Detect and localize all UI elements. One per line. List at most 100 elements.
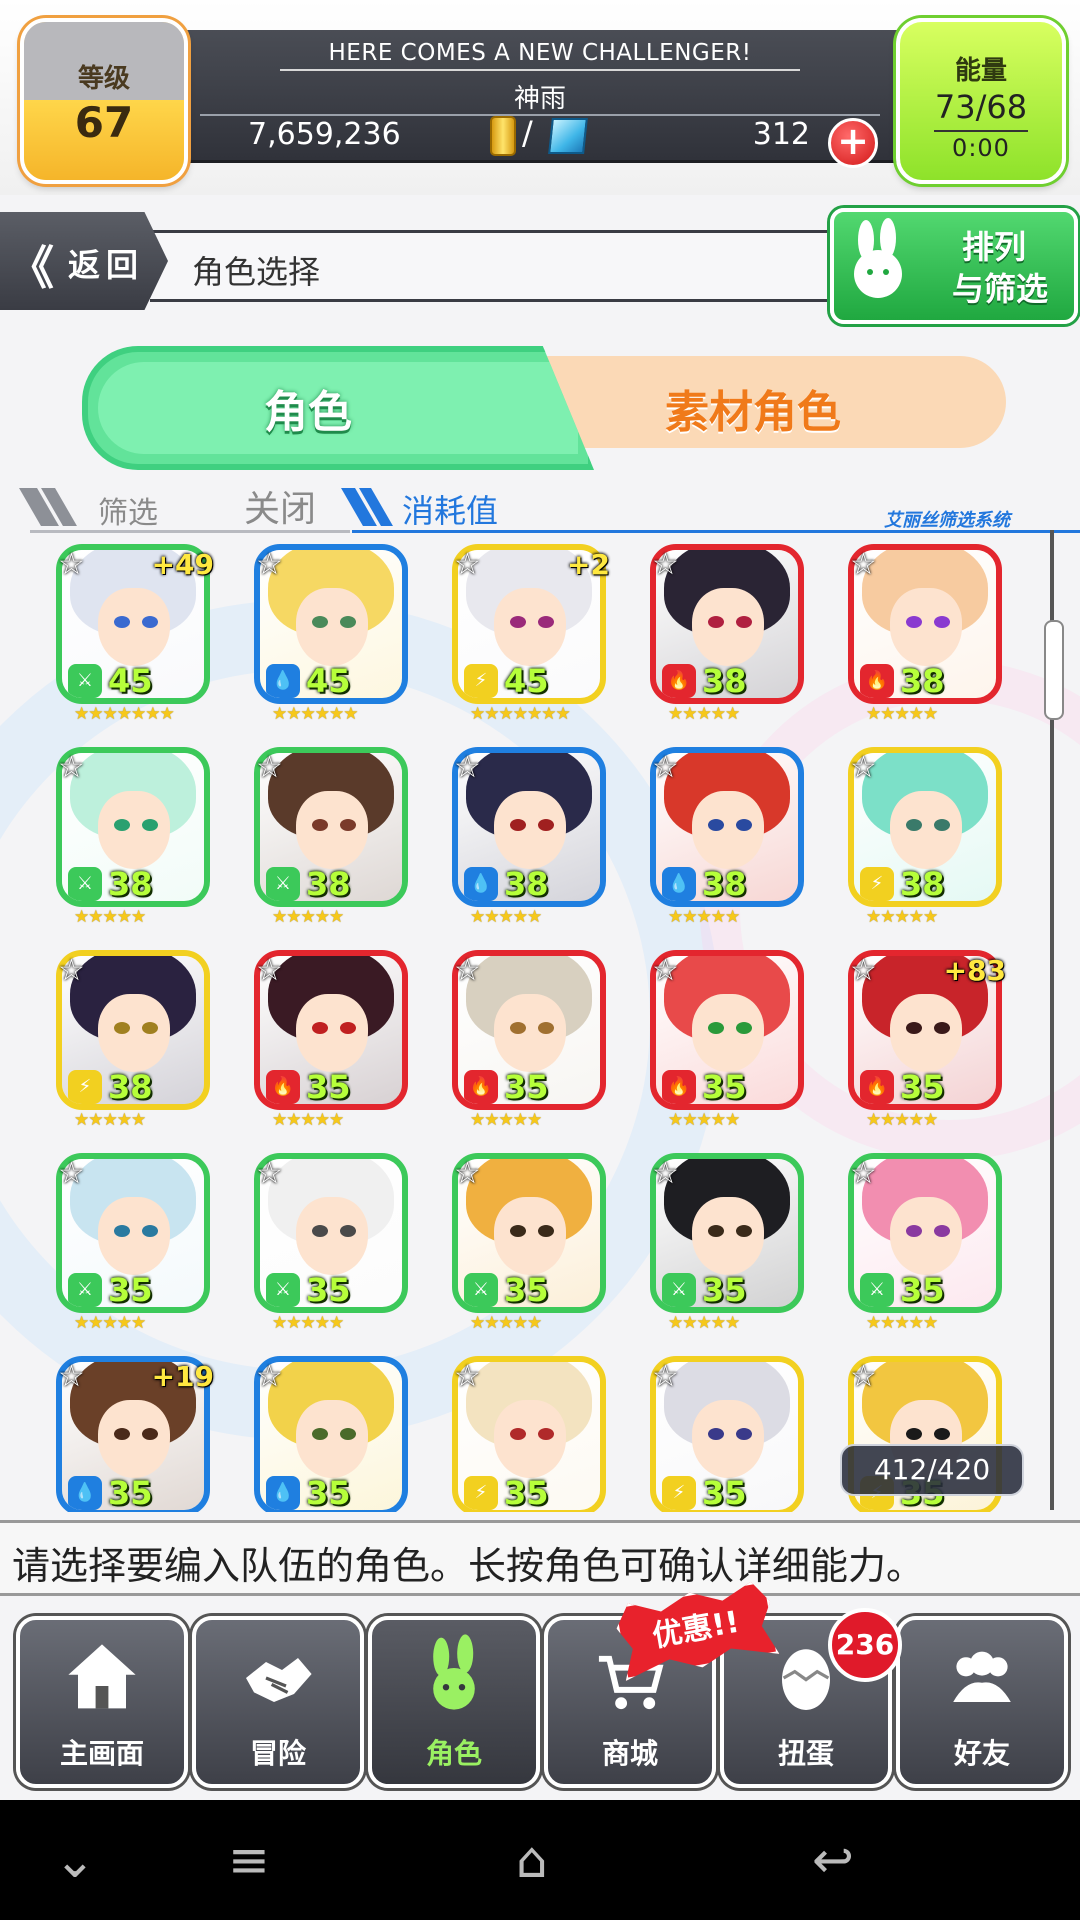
- favorite-star-icon[interactable]: ☆: [58, 1159, 85, 1189]
- challenger-banner: HERE COMES A NEW CHALLENGER!: [280, 40, 800, 71]
- character-card[interactable]: 🔥 ☆ 35 ★★★★★: [642, 950, 812, 1150]
- favorite-star-icon[interactable]: ☆: [454, 550, 481, 580]
- nav-home-button[interactable]: 主画面: [16, 1616, 188, 1788]
- character-level: 35: [702, 1068, 747, 1106]
- character-card[interactable]: 💧☆35★★★★★: [246, 1356, 416, 1512]
- rarity-stars: ★★★★★: [74, 907, 146, 927]
- favorite-star-icon[interactable]: ☆: [256, 956, 283, 986]
- portrait-eye: [510, 1225, 526, 1237]
- favorite-star-icon[interactable]: ☆: [58, 753, 85, 783]
- sort-key-label[interactable]: 消耗值: [402, 486, 498, 532]
- gem-icon: [548, 118, 588, 154]
- portrait-eye: [312, 616, 328, 628]
- character-card[interactable]: 🔥 ☆ +83 35 ★★★★★: [840, 950, 1010, 1150]
- favorite-star-icon[interactable]: ☆: [454, 1159, 481, 1189]
- back-icon[interactable]: ↩: [812, 1830, 854, 1890]
- character-level: 45: [504, 662, 549, 700]
- favorite-star-icon[interactable]: ☆: [850, 1159, 877, 1189]
- favorite-star-icon[interactable]: ☆: [652, 1362, 679, 1392]
- nav-label: 冒险: [249, 1737, 306, 1770]
- favorite-star-icon[interactable]: ☆: [454, 956, 481, 986]
- character-card[interactable]: ⚔ ☆ 35 ★★★★★: [840, 1153, 1010, 1353]
- favorite-star-icon[interactable]: ☆: [58, 956, 85, 986]
- rarity-stars: ★★★★★: [470, 1313, 542, 1333]
- character-card[interactable]: ⚔ ☆ 35 ★★★★★: [642, 1153, 812, 1353]
- character-card[interactable]: 💧 ☆ 38 ★★★★★: [642, 747, 812, 947]
- filter-row: 筛选 关闭 消耗值 艾丽丝筛选系统: [19, 478, 1080, 534]
- character-card[interactable]: 🔥 ☆ 35 ★★★★★: [444, 950, 614, 1150]
- character-card[interactable]: ⚔ ☆ 38 ★★★★★: [48, 747, 218, 947]
- favorite-star-icon[interactable]: ☆: [652, 753, 679, 783]
- favorite-star-icon[interactable]: ☆: [652, 956, 679, 986]
- favorite-star-icon[interactable]: ☆: [652, 550, 679, 580]
- nav-friends-button[interactable]: 好友: [896, 1616, 1068, 1788]
- scrollbar-thumb[interactable]: [1044, 620, 1064, 720]
- favorite-star-icon[interactable]: ☆: [58, 1362, 85, 1392]
- character-grid-area[interactable]: ⚔ ☆ +49 45 ★★★★★★★ 💧 ☆ 45 ★★★★★★ ⚡ ☆ +2 45 ★★★★★★★ 🔥 ☆ 3…: [0, 540, 1080, 1512]
- favorite-star-icon[interactable]: ☆: [850, 550, 877, 580]
- coin-icon: [490, 116, 516, 156]
- character-card[interactable]: ⚡☆35★★★★★: [444, 1356, 614, 1512]
- character-card[interactable]: 🔥 ☆ 38 ★★★★★: [642, 544, 812, 744]
- portrait-eye: [510, 1428, 526, 1440]
- portrait-eye: [114, 1225, 130, 1237]
- favorite-star-icon[interactable]: ☆: [256, 550, 283, 580]
- character-level: 35: [306, 1271, 351, 1309]
- favorite-star-icon[interactable]: ☆: [652, 1159, 679, 1189]
- system-nav-bar: ⌄ ≡ ⌂ ↩: [0, 1800, 1080, 1920]
- character-card[interactable]: ⚔ ☆ 35 ★★★★★: [48, 1153, 218, 1353]
- add-gems-button[interactable]: +: [828, 118, 878, 168]
- sort-filter-button[interactable]: 排列 与筛选: [830, 208, 1078, 324]
- element-wind-icon: ⚔: [266, 867, 300, 901]
- portrait-eye: [340, 819, 356, 831]
- character-level: 35: [504, 1474, 549, 1512]
- character-card[interactable]: 🔥 ☆ 35 ★★★★★: [246, 950, 416, 1150]
- hide-nav-icon[interactable]: ⌄: [54, 1830, 96, 1890]
- character-card[interactable]: ⚡ ☆ 38 ★★★★★: [840, 747, 1010, 947]
- portrait-eye: [708, 1022, 724, 1034]
- favorite-star-icon[interactable]: ☆: [256, 753, 283, 783]
- element-water-icon: 💧: [266, 1476, 300, 1510]
- energy-badge[interactable]: 能量 73/68 0:00: [896, 18, 1066, 184]
- character-card[interactable]: ⚔ ☆ 35 ★★★★★: [444, 1153, 614, 1353]
- rarity-stars: ★★★★★: [470, 1110, 542, 1130]
- favorite-star-icon[interactable]: ☆: [454, 753, 481, 783]
- portrait-face: [692, 588, 764, 666]
- tab-characters[interactable]: 角色: [82, 346, 594, 470]
- character-card[interactable]: 💧 ☆ 38 ★★★★★: [444, 747, 614, 947]
- rarity-stars: ★★★★★★★: [74, 704, 175, 724]
- portrait-face: [890, 588, 962, 666]
- character-card[interactable]: 🔥 ☆ 38 ★★★★★: [840, 544, 1010, 744]
- portrait-eye: [142, 616, 158, 628]
- portrait-eye: [538, 616, 554, 628]
- home-icon[interactable]: ⌂: [516, 1830, 548, 1890]
- portrait-eye: [114, 819, 130, 831]
- character-card[interactable]: 💧☆+1935★★★★★: [48, 1356, 218, 1512]
- character-card[interactable]: ⚡☆35★★★★★: [642, 1356, 812, 1512]
- character-card[interactable]: ⚔ ☆ 35 ★★★★★: [246, 1153, 416, 1353]
- character-card[interactable]: ⚡ ☆ +2 45 ★★★★★★★: [444, 544, 614, 744]
- favorite-star-icon[interactable]: ☆: [256, 1362, 283, 1392]
- character-card[interactable]: ⚔ ☆ +49 45 ★★★★★★★: [48, 544, 218, 744]
- filter-state[interactable]: 关闭: [244, 480, 316, 532]
- character-card[interactable]: ⚔ ☆ 38 ★★★★★: [246, 747, 416, 947]
- portrait-eye: [510, 616, 526, 628]
- favorite-star-icon[interactable]: ☆: [850, 1362, 877, 1392]
- menu-icon[interactable]: ≡: [228, 1830, 270, 1890]
- portrait-face: [98, 1400, 170, 1478]
- character-card[interactable]: 💧 ☆ 45 ★★★★★★: [246, 544, 416, 744]
- nav-characters-button[interactable]: 角色: [368, 1616, 540, 1788]
- character-card[interactable]: ⚡ ☆ 38 ★★★★★: [48, 950, 218, 1150]
- portrait-eye: [312, 819, 328, 831]
- favorite-star-icon[interactable]: ☆: [454, 1362, 481, 1392]
- filter-label[interactable]: 筛选: [98, 488, 158, 532]
- portrait-eye: [340, 1428, 356, 1440]
- favorite-star-icon[interactable]: ☆: [850, 956, 877, 986]
- favorite-star-icon[interactable]: ☆: [256, 1159, 283, 1189]
- favorite-star-icon[interactable]: ☆: [850, 753, 877, 783]
- nav-adventure-button[interactable]: 冒险: [192, 1616, 364, 1788]
- character-level: 38: [900, 865, 945, 903]
- player-name: 神雨: [513, 84, 566, 114]
- favorite-star-icon[interactable]: ☆: [58, 550, 85, 580]
- back-button[interactable]: 《 返回: [0, 212, 168, 310]
